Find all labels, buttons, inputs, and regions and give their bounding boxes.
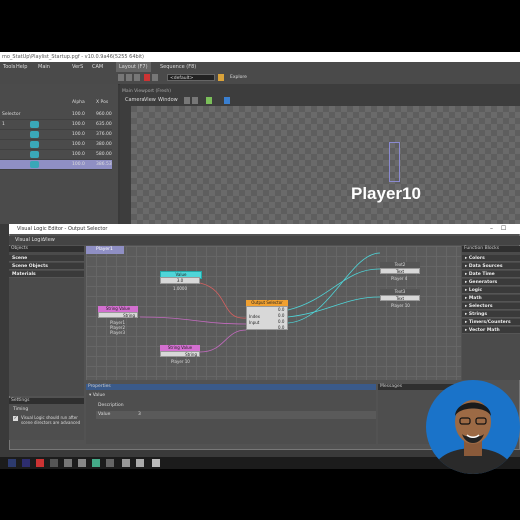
output-value: 0.0 <box>278 313 285 318</box>
output-value: 0.0 <box>278 325 285 330</box>
string-item: Player3 <box>110 330 125 335</box>
function-blocks-panel: Function Blocks ▸ Colors ▸ Data Sources … <box>462 246 520 380</box>
audition-icon[interactable] <box>22 459 30 467</box>
connection-value-index <box>199 282 247 319</box>
settings-panel: Settings Timing ✓ Visual Logic should ru… <box>9 398 84 440</box>
block-data-sources-label: Data Sources <box>468 264 503 269</box>
properties-header: Properties <box>86 384 376 390</box>
output-value: 0.0 <box>278 307 285 312</box>
block-colors-label: Colors <box>468 256 485 261</box>
text2-node-port[interactable]: Text <box>380 268 420 274</box>
output-port-input: Input <box>249 320 260 325</box>
block-vector-math[interactable]: ▸ Vector Math <box>462 327 520 334</box>
block-selectors-label: Selectors <box>468 304 493 309</box>
value-row: Value 3 <box>96 411 376 419</box>
string-node-port[interactable]: String <box>98 312 138 318</box>
block-colors[interactable]: ▸ Colors <box>462 255 520 262</box>
block-vector-math-label: Vector Math <box>468 328 500 333</box>
timing-label: Timing <box>13 407 29 412</box>
value-field[interactable]: 3 <box>138 411 141 419</box>
value-node-field[interactable]: 3.0 <box>160 277 200 284</box>
app4-icon[interactable] <box>136 459 144 467</box>
text2-node-caption: Player 4 <box>391 276 408 281</box>
webcam-overlay <box>426 380 520 474</box>
block-timers-label: Timers/Counters <box>468 320 511 325</box>
properties-panel: Properties ▾ Value Description Value 3 <box>86 384 376 444</box>
presenter-image <box>433 400 513 474</box>
properties-section-label: Value <box>92 393 106 398</box>
block-generators-label: Generators <box>468 280 498 285</box>
connection-out-extra <box>287 252 381 324</box>
snipping-icon[interactable] <box>50 459 58 467</box>
connection-out-text2 <box>287 268 381 311</box>
settings-app-icon[interactable] <box>78 459 86 467</box>
block-strings[interactable]: ▸ Strings <box>462 311 520 318</box>
app5-icon[interactable] <box>152 459 160 467</box>
app3-icon[interactable] <box>122 459 130 467</box>
block-data-sources[interactable]: ▸ Data Sources <box>462 263 520 270</box>
string2-node-port[interactable]: String <box>160 351 200 357</box>
text3-node-caption: Player 10 <box>391 303 410 308</box>
block-generators[interactable]: ▸ Generators <box>462 279 520 286</box>
value-label: Value <box>98 412 111 417</box>
properties-section[interactable]: ▾ Value <box>89 393 105 398</box>
connection-string2-input <box>199 329 247 353</box>
media-encoder-icon[interactable] <box>8 459 16 467</box>
block-logic-label: Logic <box>468 288 483 293</box>
output-value: 0.0 <box>278 319 285 324</box>
function-blocks-header: Function Blocks <box>462 246 520 252</box>
block-date-time[interactable]: ▸ Date Time <box>462 271 520 278</box>
app-icon[interactable] <box>92 459 100 467</box>
settings-checkbox[interactable]: ✓ <box>13 416 18 421</box>
connection-out-text3 <box>287 296 381 318</box>
settings-header: Settings <box>9 398 84 404</box>
value-node-caption: 1.0000 <box>173 286 187 291</box>
text3-node-port[interactable]: Text <box>380 295 420 301</box>
block-timers[interactable]: ▸ Timers/Counters <box>462 319 520 326</box>
string2-node-caption: Player 10 <box>171 359 190 364</box>
app2-icon[interactable] <box>106 459 114 467</box>
block-date-time-label: Date Time <box>468 272 495 277</box>
description-label: Description <box>98 403 124 408</box>
block-strings-label: Strings <box>468 312 488 317</box>
recorder-icon[interactable] <box>36 459 44 467</box>
block-selectors[interactable]: ▸ Selectors <box>462 303 520 310</box>
block-math-label: Math <box>468 296 482 301</box>
settings-checkbox-label: Visual Logic should run after scene dire… <box>21 415 81 425</box>
block-math[interactable]: ▸ Math <box>462 295 520 302</box>
output-port-index: Index <box>249 314 261 319</box>
connection-string-input <box>139 316 247 325</box>
block-logic[interactable]: ▸ Logic <box>462 287 520 294</box>
tool-icon[interactable] <box>64 459 72 467</box>
